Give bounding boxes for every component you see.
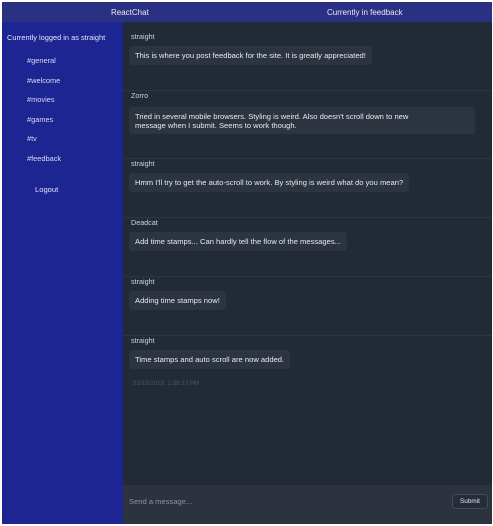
message-bubble: Time stamps and auto scroll are now adde… <box>129 350 291 369</box>
message-author: Deadcat <box>131 218 158 227</box>
message: Deadcat Add time stamps... Can hardly te… <box>123 218 492 277</box>
message-author: Zorro <box>131 91 149 100</box>
logout-button[interactable]: Logout <box>35 185 58 194</box>
chat-app: ReactChat Currently in feedback Currentl… <box>2 2 492 524</box>
message-text: Time stamps and auto scroll are now adde… <box>135 355 285 364</box>
message-bubble: Add time stamps... Can hardly tell the f… <box>129 232 347 251</box>
channel-link-movies[interactable]: #movies <box>27 95 55 104</box>
message-list[interactable]: straight This is where you post feedback… <box>123 22 492 485</box>
app-brand[interactable]: ReactChat <box>111 8 149 17</box>
message-author: straight <box>131 277 155 286</box>
message-text: This is where you post feedback for the … <box>135 51 366 60</box>
message: straight This is where you post feedback… <box>123 32 492 91</box>
message-bubble: This is where you post feedback for the … <box>129 46 372 65</box>
channel-link-tv[interactable]: #tv <box>27 134 37 143</box>
submit-button[interactable]: Submit <box>452 494 488 509</box>
message-timestamp: 02/15/2019, 1:38:33 PM <box>133 380 200 387</box>
sidebar: Currently logged in as straight #general… <box>2 22 123 524</box>
channel-link-feedback[interactable]: #feedback <box>27 154 61 163</box>
message-text: Hmm I'll try to get the auto-scroll to w… <box>135 178 404 187</box>
message: straight Adding time stamps now! <box>123 277 492 336</box>
login-status: Currently logged in as straight <box>7 33 106 42</box>
message-bubble: Hmm I'll try to get the auto-scroll to w… <box>129 173 410 192</box>
channel-link-games[interactable]: #games <box>27 115 53 124</box>
message-input[interactable] <box>129 494 429 508</box>
message-text-line-1: Tried in several mobile browsers. Stylin… <box>135 111 409 121</box>
channel-link-general[interactable]: #general <box>27 56 56 65</box>
message-text-line-2: message when I submit. Seems to work tho… <box>135 120 297 130</box>
message-bubble: Adding time stamps now! <box>129 291 226 310</box>
message-composer: Submit <box>123 485 492 524</box>
message-text: Adding time stamps now! <box>135 296 220 305</box>
message-text: Add time stamps... Can hardly tell the f… <box>135 237 341 246</box>
current-channel-title: Currently in feedback <box>327 8 403 17</box>
message: straight Hmm I'll try to get the auto-sc… <box>123 159 492 218</box>
message-author: straight <box>131 159 155 168</box>
message-bubble: Tried in several mobile browsers. Stylin… <box>129 107 475 134</box>
channel-link-welcome[interactable]: #welcome <box>27 76 60 85</box>
message: Zorro Tried in several mobile browsers. … <box>123 91 492 159</box>
message-author: straight <box>131 32 155 41</box>
message-author: straight <box>131 336 155 345</box>
message: straight Time stamps and auto scroll are… <box>123 336 492 396</box>
top-header: ReactChat Currently in feedback <box>2 2 492 22</box>
